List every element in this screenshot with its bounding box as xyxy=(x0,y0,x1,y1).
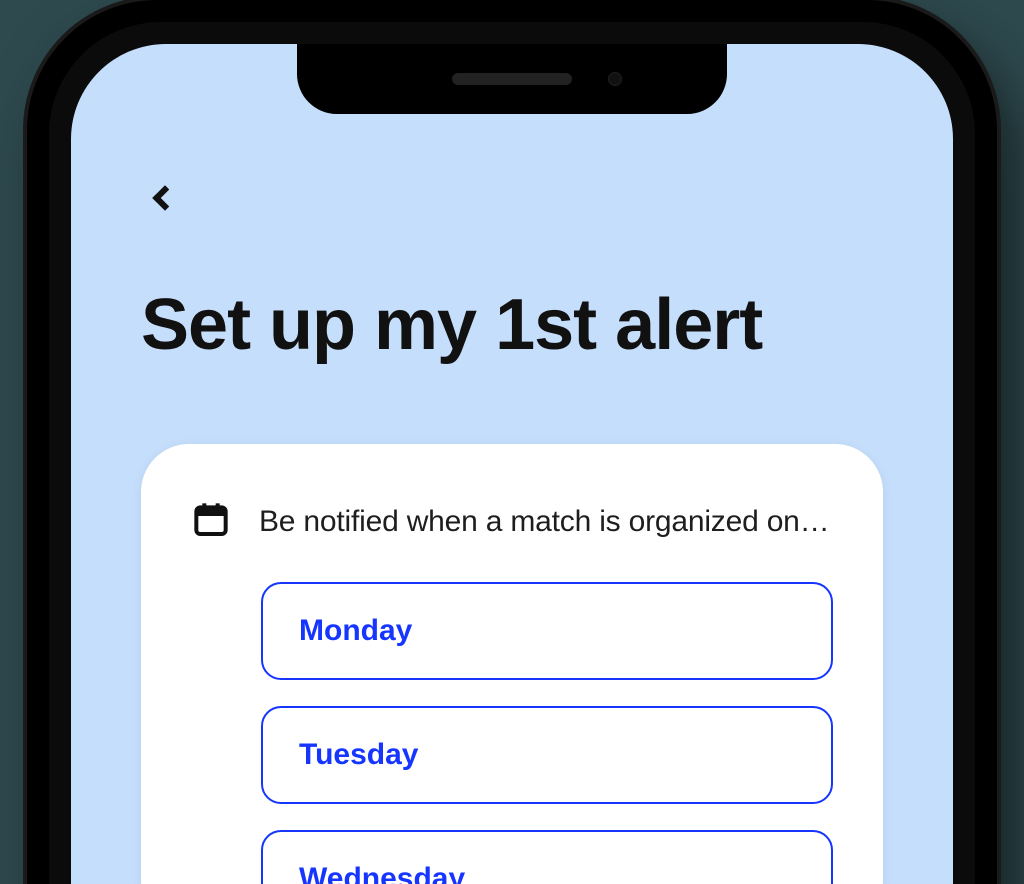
front-camera xyxy=(608,72,622,86)
page-title: Set up my 1st alert xyxy=(141,284,762,366)
screen-content: Set up my 1st alert Be not xyxy=(71,44,953,884)
card-header: Be notified when a match is organized on… xyxy=(191,499,833,544)
day-options-list: Monday Tuesday Wednesday xyxy=(191,582,833,884)
phone-inner-frame: Set up my 1st alert Be not xyxy=(49,22,975,884)
chevron-left-icon xyxy=(152,185,177,210)
day-option-monday[interactable]: Monday xyxy=(261,582,833,680)
day-option-wednesday[interactable]: Wednesday xyxy=(261,830,833,884)
phone-screen: Set up my 1st alert Be not xyxy=(71,44,953,884)
alert-setup-card: Be notified when a match is organized on… xyxy=(141,444,883,884)
phone-device-frame: Set up my 1st alert Be not xyxy=(27,0,997,884)
back-button[interactable] xyxy=(141,174,189,222)
calendar-icon xyxy=(191,499,231,544)
day-option-tuesday[interactable]: Tuesday xyxy=(261,706,833,804)
speaker-grille xyxy=(452,73,572,85)
card-prompt: Be notified when a match is organized on… xyxy=(259,505,829,539)
phone-notch xyxy=(297,44,727,114)
